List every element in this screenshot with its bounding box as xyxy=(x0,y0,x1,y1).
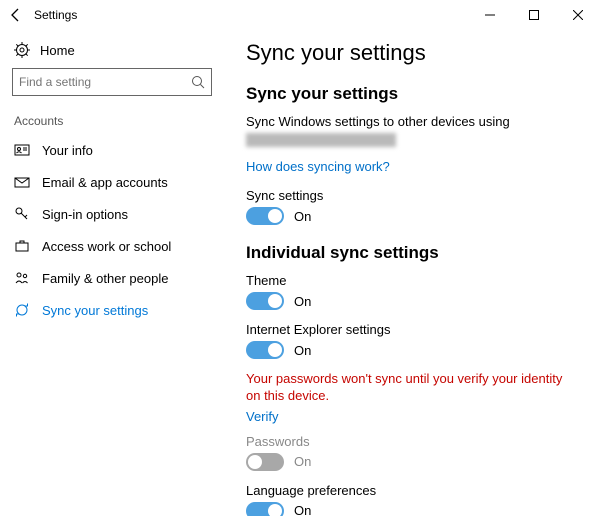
section-title: Individual sync settings xyxy=(246,243,578,263)
setting-label: Language preferences xyxy=(246,483,578,498)
toggle-state: On xyxy=(294,343,311,358)
titlebar: Settings xyxy=(0,0,600,30)
sidebar-item-work-school[interactable]: Access work or school xyxy=(12,230,212,262)
gear-icon xyxy=(14,42,30,58)
setting-language: Language preferences On xyxy=(246,483,578,516)
setting-label: Passwords xyxy=(246,434,578,449)
verify-link[interactable]: Verify xyxy=(246,409,578,424)
home-label: Home xyxy=(40,43,75,58)
key-icon xyxy=(14,206,30,222)
password-warning: Your passwords won't sync until you veri… xyxy=(246,371,578,405)
toggle-ie[interactable] xyxy=(246,341,284,359)
setting-label: Sync settings xyxy=(246,188,578,203)
sidebar-item-email[interactable]: Email & app accounts xyxy=(12,166,212,198)
toggle-state: On xyxy=(294,209,311,224)
page-title: Sync your settings xyxy=(246,40,578,66)
account-redacted xyxy=(246,133,396,147)
setting-theme: Theme On xyxy=(246,273,578,310)
search-icon xyxy=(191,75,205,89)
search-box[interactable] xyxy=(12,68,212,96)
sync-icon xyxy=(14,302,30,318)
sidebar-item-your-info[interactable]: Your info xyxy=(12,134,212,166)
section-title: Sync your settings xyxy=(246,84,578,104)
sidebar-item-label: Family & other people xyxy=(42,271,168,286)
person-card-icon xyxy=(14,142,30,158)
sidebar-item-label: Access work or school xyxy=(42,239,171,254)
people-icon xyxy=(14,270,30,286)
sidebar-item-label: Sync your settings xyxy=(42,303,148,318)
toggle-state: On xyxy=(294,294,311,309)
sidebar-item-label: Your info xyxy=(42,143,93,158)
briefcase-icon xyxy=(14,238,30,254)
back-button[interactable] xyxy=(0,0,32,30)
setting-sync-settings: Sync settings On xyxy=(246,188,578,225)
toggle-theme[interactable] xyxy=(246,292,284,310)
category-label: Accounts xyxy=(14,114,212,128)
toggle-state: On xyxy=(294,454,311,469)
setting-label: Theme xyxy=(246,273,578,288)
home-nav[interactable]: Home xyxy=(12,38,212,68)
sidebar-item-signin[interactable]: Sign-in options xyxy=(12,198,212,230)
minimize-button[interactable] xyxy=(468,0,512,30)
maximize-button[interactable] xyxy=(512,0,556,30)
sidebar-item-label: Sign-in options xyxy=(42,207,128,222)
sidebar-item-label: Email & app accounts xyxy=(42,175,168,190)
window-title: Settings xyxy=(32,8,468,22)
setting-ie: Internet Explorer settings On xyxy=(246,322,578,359)
how-syncing-link[interactable]: How does syncing work? xyxy=(246,159,578,174)
toggle-state: On xyxy=(294,503,311,516)
sidebar-item-family[interactable]: Family & other people xyxy=(12,262,212,294)
sidebar-item-sync[interactable]: Sync your settings xyxy=(12,294,212,326)
mail-icon xyxy=(14,174,30,190)
toggle-language[interactable] xyxy=(246,502,284,516)
close-button[interactable] xyxy=(556,0,600,30)
setting-label: Internet Explorer settings xyxy=(246,322,578,337)
setting-passwords: Passwords On xyxy=(246,434,578,471)
toggle-sync-settings[interactable] xyxy=(246,207,284,225)
search-input[interactable] xyxy=(19,75,191,89)
main-content: Sync your settings Sync your settings Sy… xyxy=(224,30,600,516)
sync-description: Sync Windows settings to other devices u… xyxy=(246,114,578,129)
toggle-passwords xyxy=(246,453,284,471)
sidebar: Home Accounts Your info Email & app acco… xyxy=(0,30,224,516)
